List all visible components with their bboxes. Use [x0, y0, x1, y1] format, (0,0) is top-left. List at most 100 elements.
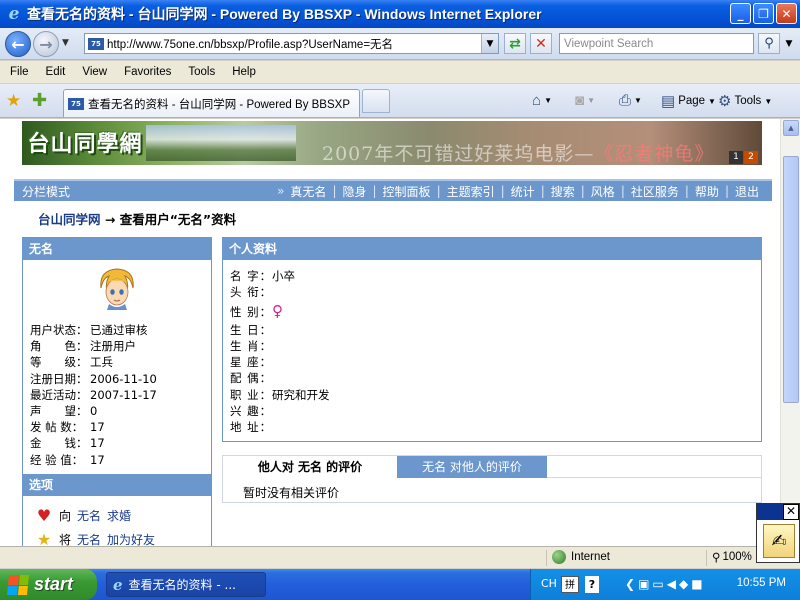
profile-field-value: 研究和开发	[272, 387, 330, 402]
pen-note-icon[interactable]: ✍	[763, 524, 795, 558]
print-dropdown-icon[interactable]: ▼	[634, 96, 642, 105]
site-favicon-icon: 75	[88, 37, 104, 50]
nav-link-stats[interactable]: 统计	[508, 183, 538, 200]
menu-tools[interactable]: Tools	[178, 66, 222, 78]
home-dropdown-icon[interactable]: ▼	[544, 96, 552, 105]
stop-button[interactable]: ✕	[530, 33, 552, 54]
breadcrumb: 台山同学网 → 查看用户“无名”资料	[38, 209, 236, 228]
nav-link-control-panel[interactable]: 控制面板	[380, 183, 434, 200]
close-icon[interactable]: ✕	[783, 504, 799, 520]
banner-page-1[interactable]: 1	[729, 151, 743, 164]
option-action-link[interactable]: 求婚	[107, 507, 131, 524]
option-action-link[interactable]: 加为好友	[107, 531, 155, 546]
feeds-dropdown-icon[interactable]: ▼	[587, 96, 595, 105]
favorites-star-icon[interactable]: ★	[6, 91, 21, 111]
url-text[interactable]: http://www.75one.cn/bbsxp/Profile.asp?Us…	[107, 36, 393, 52]
recent-pages-dropdown-icon[interactable]: ▼	[62, 38, 69, 48]
option-add-friend[interactable]: ★ 将 无名 加为好友	[35, 530, 155, 546]
close-button[interactable]: ✕	[776, 3, 797, 24]
restore-button[interactable]: ❐	[753, 3, 774, 24]
option-user-link[interactable]: 无名	[77, 531, 101, 546]
app-tray-icon[interactable]: ■	[691, 577, 702, 591]
scroll-up-icon[interactable]: ▲	[783, 120, 799, 136]
banner-ad[interactable]: 2007年不可错过好莱坞电影—《忍者神龟》	[322, 139, 714, 165]
home-button[interactable]: ⌂ ▼	[532, 92, 552, 109]
tab-ratings-given[interactable]: 无名 对他人的评价	[397, 456, 547, 478]
search-icon[interactable]: ⚲	[758, 33, 780, 54]
new-tab-button[interactable]	[362, 89, 390, 113]
menu-help[interactable]: Help	[222, 66, 263, 78]
menu-file[interactable]: File	[0, 66, 36, 78]
address-dropdown-icon[interactable]: ▼	[481, 34, 498, 53]
add-favorite-icon[interactable]: ✚	[32, 90, 47, 111]
volume-icon[interactable]: ◀	[667, 577, 676, 591]
page-menu-label: Page	[678, 95, 706, 107]
site-logo[interactable]: 台山同學網	[26, 123, 144, 161]
tab-profile-page[interactable]: 75 查看无名的资料 - 台山同学网 - Powered By BBSXP	[63, 89, 360, 117]
nav-link-invisible[interactable]: 隐身	[339, 183, 369, 200]
tools-menu-button[interactable]: ⚙ Tools ▼	[718, 92, 772, 110]
print-button[interactable]: ⎙ ▼	[619, 92, 642, 109]
menu-favorites[interactable]: Favorites	[114, 66, 178, 78]
page-menu-button[interactable]: ▤ Page ▼	[661, 92, 716, 110]
help-icon[interactable]: ?	[585, 576, 599, 593]
minimize-button[interactable]: _	[730, 3, 751, 24]
vertical-scrollbar[interactable]: ▲ ▼	[780, 119, 800, 546]
menu-view[interactable]: View	[72, 66, 114, 78]
search-options-dropdown-icon[interactable]: ▼	[782, 33, 796, 54]
user-stat-key: 用户状态：	[30, 323, 88, 337]
nav-divider: |	[332, 184, 337, 198]
profile-field-row: 头 衔：	[230, 284, 330, 300]
nav-divider: |	[540, 184, 545, 198]
monitor-icon[interactable]: ▭	[652, 577, 663, 591]
feeds-button[interactable]: ◙ ▼	[575, 92, 595, 109]
floating-popup[interactable]: ✕ ✍	[756, 503, 800, 563]
start-button[interactable]: start	[0, 569, 97, 600]
nav-link-topic-index[interactable]: 主题索引	[444, 183, 498, 200]
option-propose[interactable]: ♥ 向 无名 求婚	[35, 506, 131, 525]
globe-icon	[552, 550, 566, 564]
ie-logo-icon: e	[8, 4, 20, 24]
page-viewport[interactable]: 台山同學網 2007年不可错过好莱坞电影—《忍者神龟》 1 2 分栏模式 » 真…	[0, 119, 780, 546]
rating-panel: 他人对 无名 的评价 无名 对他人的评价 暂时没有相关评价	[222, 455, 762, 503]
scroll-thumb[interactable]	[783, 156, 799, 403]
profile-field-key: 地 址：	[230, 420, 273, 435]
nav-link-logout[interactable]: 退出	[732, 183, 762, 200]
nav-link-style[interactable]: 风格	[588, 183, 618, 200]
network-icon[interactable]: ▣	[638, 577, 649, 591]
breadcrumb-home-link[interactable]: 台山同学网	[38, 212, 101, 227]
nav-link-community[interactable]: 社区服务	[628, 183, 682, 200]
antivirus-icon[interactable]: ◆	[679, 577, 688, 591]
nav-divider: |	[436, 184, 441, 198]
profile-field-row: 地 址：	[230, 419, 330, 435]
layout-mode-link[interactable]: 分栏模式	[22, 183, 70, 200]
site-banner[interactable]: 台山同學網 2007年不可错过好莱坞电影—《忍者神龟》 1 2	[22, 121, 762, 165]
option-user-link[interactable]: 无名	[77, 507, 101, 524]
window-title: 查看无名的资料 - 台山同学网 - Powered By BBSXP - Win…	[27, 6, 542, 22]
zoom-control[interactable]: ⚲ 100%	[712, 550, 752, 564]
nav-link-help[interactable]: 帮助	[692, 183, 722, 200]
user-stat-row: 等 级： 工兵	[30, 354, 157, 370]
tab-ratings-received[interactable]: 他人对 无名 的评价	[223, 456, 397, 478]
back-button[interactable]: ←	[5, 31, 31, 57]
language-indicator[interactable]: CH	[541, 577, 557, 590]
address-field[interactable]: 75 http://www.75one.cn/bbsxp/Profile.asp…	[84, 33, 499, 54]
rss-feed-icon: ◙	[575, 92, 585, 109]
security-zone[interactable]: Internet	[552, 550, 610, 564]
menu-edit[interactable]: Edit	[36, 66, 73, 78]
profile-field-key: 配 偶：	[230, 371, 273, 386]
nav-link-search[interactable]: 搜索	[548, 183, 578, 200]
search-field[interactable]	[559, 33, 754, 54]
search-input[interactable]	[560, 34, 753, 53]
banner-page-2[interactable]: 2	[744, 151, 758, 164]
taskbar-ie-window[interactable]: e 查看无名的资料 - ...	[106, 572, 266, 597]
forward-button[interactable]: →	[33, 31, 59, 57]
ime-icon[interactable]: 拼	[561, 576, 579, 593]
clock[interactable]: 10:55 PM	[737, 577, 786, 589]
tray-expand-icon[interactable]: ❮	[625, 577, 635, 591]
nav-link-username[interactable]: 真无名	[287, 183, 329, 200]
user-stat-value: 注册用户	[90, 339, 136, 354]
refresh-button[interactable]: ⇄	[504, 33, 526, 54]
profile-field-row: 生 日：	[230, 322, 330, 338]
window-title-bar[interactable]: e 查看无名的资料 - 台山同学网 - Powered By BBSXP - W…	[0, 0, 800, 28]
